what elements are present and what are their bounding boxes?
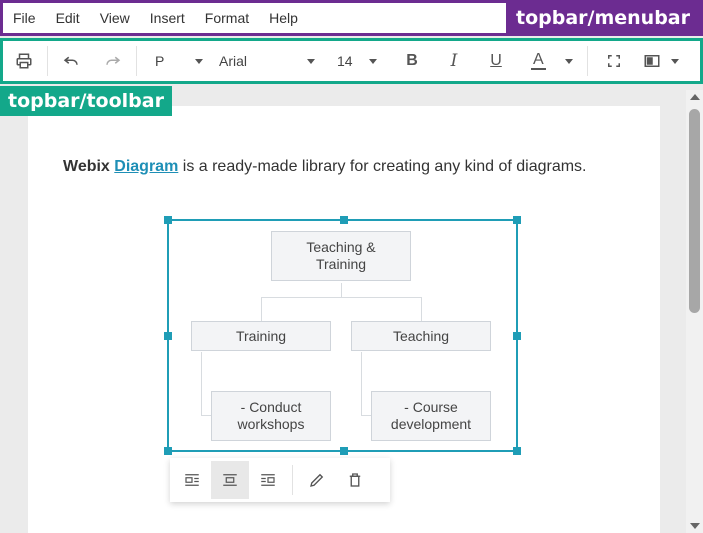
- chevron-down-icon: [369, 58, 377, 64]
- print-icon: [16, 53, 32, 69]
- resize-handle-e[interactable]: [513, 332, 521, 340]
- fullscreen-icon: [608, 55, 620, 67]
- chevron-down-icon: [307, 58, 315, 64]
- connector-line: [421, 297, 422, 323]
- font-family-value: Arial: [219, 53, 248, 69]
- align-right-button[interactable]: [249, 461, 287, 499]
- font-family-select[interactable]: Arial: [211, 41, 323, 81]
- align-right-icon: [261, 474, 275, 486]
- chevron-down-icon: [671, 58, 679, 64]
- edit-image-button[interactable]: [298, 461, 336, 499]
- layout-icon: [644, 55, 660, 67]
- paragraph-style-value: P: [155, 53, 165, 69]
- menu-format[interactable]: Format: [195, 3, 259, 33]
- scroll-down-icon[interactable]: [690, 523, 700, 529]
- chevron-down-icon: [195, 58, 203, 64]
- paragraph-text: is a ready-made library for creating any…: [178, 158, 587, 175]
- align-left-button[interactable]: [173, 461, 211, 499]
- toolbar-divider: [587, 46, 588, 76]
- menu-view[interactable]: View: [90, 3, 140, 33]
- menu-edit[interactable]: Edit: [46, 3, 90, 33]
- editor-root: File Edit View Insert Format Help topbar…: [0, 0, 703, 533]
- image-toolbar-divider: [292, 465, 293, 495]
- edit-icon: [310, 473, 324, 487]
- toolbar-divider: [47, 46, 48, 76]
- underline-icon: U: [490, 52, 502, 69]
- diagram-node-teaching: Teaching: [351, 321, 491, 351]
- menu-insert[interactable]: Insert: [140, 3, 195, 33]
- resize-handle-sw[interactable]: [164, 447, 172, 455]
- menu-help[interactable]: Help: [259, 3, 308, 33]
- intro-paragraph: Webix Diagram is a ready-made library fo…: [63, 158, 587, 176]
- resize-handle-ne[interactable]: [513, 216, 521, 224]
- bold-icon: B: [406, 52, 418, 69]
- resize-handle-s[interactable]: [340, 447, 348, 455]
- menubar: File Edit View Insert Format Help topbar…: [0, 0, 703, 36]
- connector-line: [341, 283, 342, 298]
- undo-button[interactable]: [50, 41, 92, 81]
- scroll-up-icon[interactable]: [690, 94, 700, 100]
- font-color-icon: A: [531, 51, 546, 70]
- diagram-image[interactable]: Teaching & Training Training Teaching - …: [164, 216, 521, 455]
- connector-line: [361, 352, 362, 416]
- image-toolbar: [170, 458, 390, 502]
- diagram-node-training: Training: [191, 321, 331, 351]
- scroll-thumb[interactable]: [689, 109, 700, 313]
- font-color-select[interactable]: A: [523, 41, 581, 81]
- delete-image-button[interactable]: [336, 461, 374, 499]
- layout-select[interactable]: [635, 41, 687, 81]
- connector-line: [201, 352, 202, 416]
- resize-handle-nw[interactable]: [164, 216, 172, 224]
- connector-line: [261, 297, 262, 323]
- print-button[interactable]: [3, 41, 45, 81]
- toolbar-divider: [136, 46, 137, 76]
- diagram-node-workshops: - Conduct workshops: [211, 391, 331, 441]
- bold-button[interactable]: B: [391, 41, 433, 81]
- align-center-button[interactable]: [211, 461, 249, 499]
- italic-icon: I: [450, 51, 458, 71]
- connector-line: [261, 297, 422, 298]
- paragraph-style-select[interactable]: P: [147, 41, 211, 81]
- underline-button[interactable]: U: [475, 41, 517, 81]
- redo-icon: [106, 56, 121, 65]
- fullscreen-button[interactable]: [593, 41, 635, 81]
- align-center-icon: [223, 474, 237, 486]
- delete-icon: [349, 473, 361, 487]
- menubar-tag: topbar/menubar: [506, 3, 700, 33]
- align-left-icon: [185, 474, 199, 486]
- diagram-node-course: - Course development: [371, 391, 491, 441]
- resize-handle-se[interactable]: [513, 447, 521, 455]
- diagram-node-root: Teaching & Training: [271, 231, 411, 281]
- font-size-select[interactable]: 14: [329, 41, 385, 81]
- resize-handle-w[interactable]: [164, 332, 172, 340]
- undo-icon: [63, 56, 78, 65]
- diagram-link[interactable]: Diagram: [114, 158, 178, 175]
- chevron-down-icon: [565, 58, 573, 64]
- vertical-scrollbar[interactable]: [686, 90, 703, 533]
- toolbar: P Arial 14 B I U A: [0, 38, 703, 84]
- italic-button[interactable]: I: [433, 41, 475, 81]
- resize-handle-n[interactable]: [340, 216, 348, 224]
- brand-text: Webix: [63, 158, 110, 175]
- toolbar-tag: topbar/toolbar: [0, 86, 172, 116]
- font-size-value: 14: [337, 53, 353, 69]
- redo-button[interactable]: [92, 41, 134, 81]
- menu-file[interactable]: File: [3, 3, 46, 33]
